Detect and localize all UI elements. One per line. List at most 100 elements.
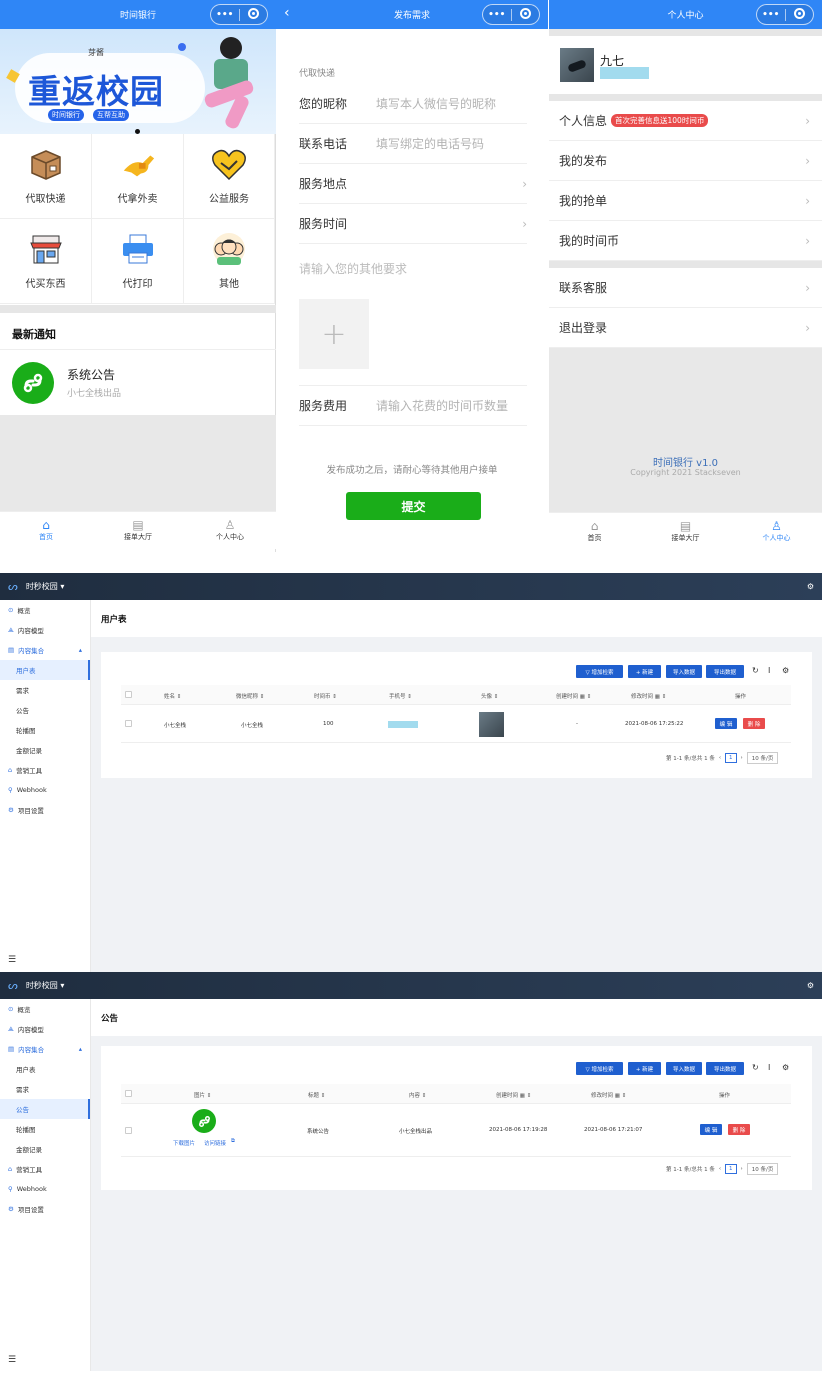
menu-logout[interactable]: 退出登录 › — [549, 308, 822, 348]
service-other[interactable]: 其他 — [184, 219, 275, 304]
download-image-link[interactable]: 下载图片 — [173, 1139, 195, 1147]
more-icon[interactable]: ••• — [483, 10, 511, 20]
home-banner[interactable]: 芽酱 重返校园 时间银行 互帮互助 — [0, 29, 276, 134]
sidebar-item-collection[interactable]: ▤ 内容集合 ▴ — [0, 1039, 90, 1059]
column-header[interactable]: 图片 ⇕ — [194, 1091, 211, 1099]
settings-icon[interactable]: ⚙ — [782, 1063, 789, 1072]
more-icon[interactable]: ••• — [211, 10, 239, 20]
select-all-checkbox[interactable] — [125, 691, 132, 698]
add-filter-button[interactable]: ▽ 增加检索 — [576, 1062, 623, 1075]
close-target-icon[interactable] — [512, 7, 540, 22]
submit-button[interactable]: 提交 — [346, 492, 481, 520]
nickname-input[interactable]: 填写本人微信号的昵称 — [376, 95, 527, 112]
tab-profile[interactable]: ♙ 个人中心 — [731, 513, 822, 550]
fee-field[interactable]: 服务费用 请输入花费的时间币数量 — [299, 386, 527, 426]
sidebar-item-carousel[interactable]: 轮播图 — [0, 1119, 90, 1139]
mini-capsule[interactable]: ••• — [482, 4, 540, 25]
sidebar-item-notices[interactable]: 公告 — [0, 700, 90, 720]
service-shopping[interactable]: 代买东西 — [0, 219, 92, 304]
new-button[interactable]: + 新建 — [628, 665, 661, 678]
menu-contact-service[interactable]: 联系客服 › — [549, 268, 822, 308]
page-number[interactable]: 1 — [725, 1164, 737, 1174]
column-header[interactable]: 时间币 ⇕ — [314, 692, 337, 700]
visit-link[interactable]: 访问链接 — [204, 1139, 226, 1147]
column-header[interactable]: 标题 ⇕ — [308, 1091, 325, 1099]
new-button[interactable]: + 新建 — [628, 1062, 661, 1075]
sidebar-item-marketing[interactable]: ⌂ 营销工具 — [0, 760, 90, 780]
sidebar-item-users[interactable]: 用户表 — [0, 1059, 90, 1079]
close-target-icon[interactable] — [786, 7, 814, 22]
page-size-select[interactable]: 10 条/页 — [746, 752, 779, 764]
settings-icon[interactable]: ⚙ — [782, 666, 789, 675]
service-print[interactable]: 代打印 — [92, 219, 184, 304]
service-charity[interactable]: 公益服务 — [184, 134, 275, 219]
column-header[interactable]: 内容 ⇕ — [409, 1091, 426, 1099]
project-switcher[interactable]: 时秒校园 ▾ — [26, 581, 65, 592]
refresh-icon[interactable]: ↻ — [752, 1063, 759, 1072]
collapse-menu-icon[interactable]: ☰ — [8, 955, 16, 965]
tab-home[interactable]: ⌂ 首页 — [0, 512, 92, 549]
copy-icon[interactable]: ⧉ — [231, 1138, 235, 1145]
add-filter-button[interactable]: ▽ 增加检索 — [576, 665, 623, 678]
menu-personal-info[interactable]: 个人信息 首次完善信息送100时间币 › — [549, 101, 822, 141]
delete-button[interactable]: 删 除 — [743, 718, 765, 729]
back-icon[interactable]: ‹ — [284, 5, 290, 21]
column-header[interactable]: 手机号 ⇕ — [389, 692, 412, 700]
row-checkbox[interactable] — [125, 1127, 132, 1134]
edit-button[interactable]: 编 辑 — [700, 1124, 722, 1135]
menu-my-posts[interactable]: 我的发布 › — [549, 141, 822, 181]
image-upload-button[interactable]: + — [299, 299, 369, 369]
edit-button[interactable]: 编 辑 — [715, 718, 737, 729]
prev-page-icon[interactable]: ‹ — [719, 1166, 721, 1172]
location-field[interactable]: 服务地点 › — [299, 164, 527, 204]
export-button[interactable]: 导出数据 — [706, 1062, 744, 1075]
service-express[interactable]: 代取快递 — [0, 134, 92, 219]
sidebar-item-notices[interactable]: 公告 — [0, 1099, 90, 1119]
avatar[interactable] — [560, 48, 594, 82]
settings-gear-icon[interactable]: ⚙ — [807, 582, 814, 591]
column-header[interactable]: 头像 ⇕ — [481, 692, 498, 700]
close-target-icon[interactable] — [240, 7, 268, 22]
page-size-select[interactable]: 10 条/页 — [746, 1163, 779, 1175]
row-checkbox[interactable] — [125, 720, 132, 727]
other-requirements-input[interactable]: 请输入您的其他要求 — [299, 260, 407, 277]
export-button[interactable]: 导出数据 — [706, 665, 744, 678]
column-header[interactable]: 创建时间 ▦ ⇕ — [556, 692, 591, 700]
phone-field[interactable]: 联系电话 填写绑定的电话号码 — [299, 124, 527, 164]
sidebar-item-records[interactable]: 金额记录 — [0, 740, 90, 760]
sidebar-item-users[interactable]: 用户表 — [0, 660, 90, 680]
column-header[interactable]: 创建时间 ▦ ⇕ — [496, 1091, 531, 1099]
column-height-icon[interactable]: Ⅰ — [768, 1063, 770, 1072]
sidebar-item-marketing[interactable]: ⌂ 营销工具 — [0, 1159, 90, 1179]
sidebar-item-settings[interactable]: ⚙ 项目设置 — [0, 1199, 90, 1219]
sidebar-item-overview[interactable]: ⊙ 概览 — [0, 600, 90, 620]
sidebar-item-collection[interactable]: ▤ 内容集合 ▴ — [0, 640, 90, 660]
import-button[interactable]: 导入数据 — [666, 665, 702, 678]
more-icon[interactable]: ••• — [757, 10, 785, 20]
time-field[interactable]: 服务时间 › — [299, 204, 527, 244]
sidebar-item-model[interactable]: ⟁ 内容模型 — [0, 620, 90, 640]
sidebar-item-requests[interactable]: 需求 — [0, 680, 90, 700]
tab-order-hall[interactable]: ▤ 接单大厅 — [92, 512, 184, 549]
next-page-icon[interactable]: › — [741, 755, 743, 761]
select-all-checkbox[interactable] — [125, 1090, 132, 1097]
menu-my-coins[interactable]: 我的时间币 › — [549, 221, 822, 261]
mini-capsule[interactable]: ••• — [756, 4, 814, 25]
column-header[interactable]: 微信昵称 ⇕ — [236, 692, 264, 700]
service-takeout[interactable]: 代拿外卖 — [92, 134, 184, 219]
delete-button[interactable]: 删 除 — [728, 1124, 750, 1135]
tab-order-hall[interactable]: ▤ 接单大厅 — [640, 513, 731, 550]
sidebar-item-settings[interactable]: ⚙ 项目设置 — [0, 800, 90, 820]
import-button[interactable]: 导入数据 — [666, 1062, 702, 1075]
menu-my-orders[interactable]: 我的抢单 › — [549, 181, 822, 221]
collapse-menu-icon[interactable]: ☰ — [8, 1355, 16, 1365]
settings-gear-icon[interactable]: ⚙ — [807, 981, 814, 990]
sidebar-item-records[interactable]: 金额记录 — [0, 1139, 90, 1159]
column-height-icon[interactable]: Ⅰ — [768, 666, 770, 675]
page-number[interactable]: 1 — [725, 753, 737, 763]
column-header[interactable]: 修改时间 ▦ ⇕ — [631, 692, 666, 700]
column-header[interactable]: 姓名 ⇕ — [164, 692, 181, 700]
sidebar-item-overview[interactable]: ⊙ 概览 — [0, 999, 90, 1019]
next-page-icon[interactable]: › — [741, 1166, 743, 1172]
refresh-icon[interactable]: ↻ — [752, 666, 759, 675]
